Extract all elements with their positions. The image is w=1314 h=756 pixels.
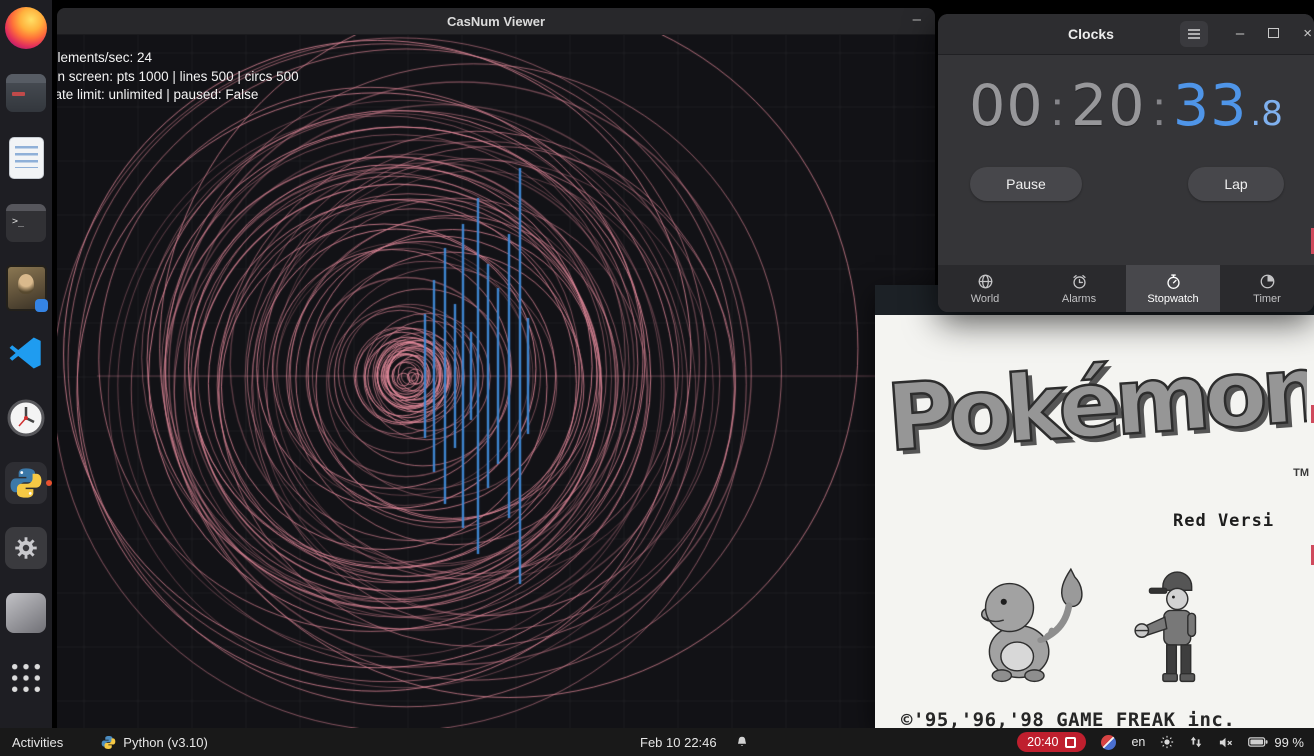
stopwatch-buttons: Pause Lap (938, 139, 1314, 201)
timer-icon (1259, 273, 1276, 290)
activities-button[interactable]: Activities (0, 728, 75, 756)
casnum-window: CasNum Viewer – elements/sec: 24 on scre… (57, 8, 935, 728)
running-indicator-dot (46, 480, 52, 486)
input-method-icon[interactable] (1101, 735, 1116, 750)
pause-button[interactable]: Pause (970, 167, 1082, 201)
stopwatch-minutes: 20 (1071, 73, 1146, 139)
settings-gear-icon (5, 527, 47, 569)
clocks-titlebar[interactable]: Clocks – × (938, 14, 1314, 55)
focused-app-indicator[interactable]: Python (v3.10) (101, 735, 208, 750)
maximize-box (1268, 28, 1279, 38)
stats-on-screen: on screen: pts 1000 | lines 500 | circs … (57, 68, 299, 87)
battery-indicator[interactable]: 99 % (1248, 735, 1304, 750)
screen-recording-indicator[interactable]: 20:40 (1017, 732, 1086, 752)
title-screen-sprites (975, 567, 1253, 697)
trainer-sprite (1135, 572, 1195, 681)
vscode-icon (7, 334, 45, 372)
minimize-icon[interactable]: – (913, 8, 921, 31)
gameboy-screen: Pokémon Pokémon TM Red Versi (875, 315, 1314, 728)
dock: >_ (0, 0, 52, 728)
maximize-icon[interactable] (1268, 27, 1279, 41)
stopwatch-hours: 00 (969, 73, 1044, 139)
stats-overlay: elements/sec: 24 on screen: pts 1000 | l… (57, 49, 299, 105)
datetime-label: Feb 10 22:46 (640, 735, 717, 750)
tab-timer[interactable]: Timer (1220, 265, 1314, 312)
stopwatch-seconds: 33 (1173, 73, 1248, 139)
dock-item-terminal[interactable]: >_ (4, 201, 48, 245)
dock-item-show-applications[interactable] (4, 656, 48, 700)
dock-item-vscode[interactable] (4, 331, 48, 375)
battery-percent-label: 99 % (1274, 735, 1304, 750)
lap-button[interactable]: Lap (1188, 167, 1284, 201)
recording-time-label: 20:40 (1027, 735, 1058, 749)
casnum-window-title: CasNum Viewer (447, 14, 545, 29)
hamburger-icon (1187, 28, 1201, 40)
taskbar-status-area: 20:40 en (1017, 732, 1314, 752)
tab-label: Stopwatch (1147, 293, 1198, 305)
python-icon (5, 462, 47, 504)
stopwatch-fraction: .8 (1250, 94, 1282, 134)
dock-item-documents[interactable] (4, 136, 48, 180)
focused-app-label: Python (v3.10) (123, 735, 208, 750)
python-icon (101, 735, 116, 750)
notification-bell-icon (735, 735, 749, 749)
terminal-icon: >_ (6, 204, 46, 242)
alarm-icon (1071, 273, 1088, 290)
tab-label: Alarms (1062, 293, 1096, 305)
casnum-viewport: elements/sec: 24 on screen: pts 1000 | l… (57, 35, 935, 728)
trademark-label: TM (1293, 467, 1309, 479)
clocks-window: Clocks – × 00 : 20 : 33 .8 Pause Lap (938, 14, 1314, 312)
hamburger-menu-button[interactable] (1180, 21, 1208, 47)
app-grid-icon (9, 661, 43, 695)
stats-rate-limit: rate limit: unlimited | paused: False (57, 86, 299, 105)
time-separator: : (1153, 82, 1166, 137)
stopwatch-icon (1165, 273, 1182, 290)
tab-label: World (971, 293, 1000, 305)
charmander-sprite (982, 569, 1082, 681)
tab-world[interactable]: World (938, 265, 1032, 312)
document-icon (10, 138, 43, 178)
dock-item-firefox[interactable] (4, 6, 48, 50)
network-icon[interactable] (1189, 735, 1203, 749)
dock-item-python[interactable] (4, 461, 48, 505)
tab-label: Timer (1253, 293, 1281, 305)
close-icon[interactable]: × (1303, 27, 1312, 41)
image-viewer-icon (8, 267, 45, 309)
screenshot-tool-icon (6, 593, 46, 633)
tab-stopwatch[interactable]: Stopwatch (1126, 265, 1220, 312)
clocks-window-controls: – × (1180, 21, 1314, 47)
pokemon-emulator-window: Pokémon Pokémon TM Red Versi (875, 285, 1314, 728)
terminal-prompt-glyph: >_ (12, 216, 24, 227)
time-separator: : (1051, 82, 1064, 137)
stats-elements-per-sec: elements/sec: 24 (57, 49, 299, 68)
files-icon (6, 74, 46, 112)
dock-item-settings[interactable] (4, 526, 48, 570)
casnum-titlebar[interactable]: CasNum Viewer – (57, 8, 935, 35)
version-label: Red Versi (1173, 511, 1274, 531)
clock-app-icon (6, 398, 46, 438)
pokemon-logo: Pokémon Pokémon (879, 335, 1307, 485)
dock-item-files[interactable] (4, 71, 48, 115)
spirograph-canvas (57, 35, 935, 728)
dock-item-clocks[interactable] (4, 396, 48, 440)
battery-icon (1248, 736, 1268, 748)
stopwatch-time-display: 00 : 20 : 33 .8 (938, 73, 1314, 139)
copyright-label: ©'95,'96,'98 GAME FREAK inc. (901, 709, 1235, 728)
clocks-view-switcher: World Alarms Stopwatch Timer (938, 265, 1314, 312)
taskbar: Activities Python (v3.10) Feb 10 22:46 2… (0, 728, 1314, 756)
brightness-icon (1160, 735, 1174, 749)
minimize-icon[interactable]: – (1236, 27, 1244, 41)
firefox-icon (5, 7, 47, 49)
taskbar-clock[interactable]: Feb 10 22:46 (640, 735, 749, 750)
dock-item-image-viewer[interactable] (4, 266, 48, 310)
input-language-label[interactable]: en (1131, 735, 1145, 749)
volume-muted-icon[interactable] (1218, 735, 1233, 750)
dock-item-screenshot[interactable] (4, 591, 48, 635)
stop-recording-icon (1065, 737, 1076, 748)
globe-icon (977, 273, 994, 290)
tab-alarms[interactable]: Alarms (1032, 265, 1126, 312)
